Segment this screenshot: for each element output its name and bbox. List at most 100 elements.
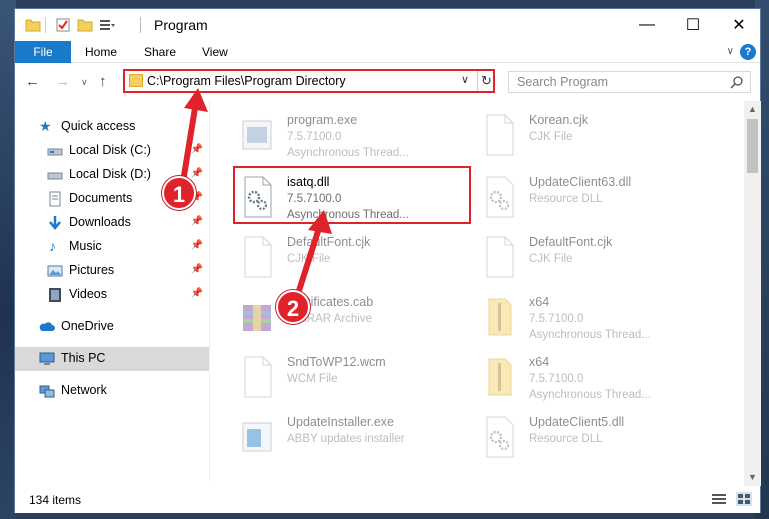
scroll-down-icon[interactable]: ▼ (744, 469, 761, 486)
ribbon-tabs: File Home Share View ∨ ? (15, 41, 760, 63)
folder-zip-icon (488, 298, 512, 336)
pin-icon[interactable]: 📌 (191, 144, 203, 155)
sidebar-item-label: OneDrive (61, 319, 114, 333)
list-item[interactable]: UpdateClient63.dll Resource DLL (477, 169, 717, 229)
sidebar-item-videos[interactable]: Videos 📌 (15, 283, 209, 307)
file-version: 7.5.7100.0 (287, 131, 342, 143)
sidebar-item-pictures[interactable]: Pictures 📌 (15, 259, 209, 283)
tab-home[interactable]: Home (85, 41, 117, 63)
file-type: Resource DLL (529, 433, 603, 445)
file-description: Asynchronous Thread... (529, 329, 651, 341)
installer-icon (242, 422, 272, 452)
help-icon[interactable]: ? (740, 44, 756, 60)
list-item[interactable]: SndToWP12.wcm WCM File (235, 349, 475, 409)
chevron-down-icon[interactable]: ∨ (461, 73, 469, 86)
status-bar: 134 items (15, 486, 760, 513)
properties-icon[interactable] (55, 17, 71, 33)
refresh-icon[interactable]: ↻ (481, 73, 492, 89)
file-type: CJK File (529, 131, 573, 143)
list-item[interactable]: DefaultFont.cjk CJK File (235, 229, 475, 289)
address-path[interactable]: C:\Program Files\Program Directory (147, 74, 346, 88)
recent-locations-button[interactable]: ∨ (81, 77, 88, 88)
list-item[interactable]: UpdateInstaller.exe ABBY updates install… (235, 409, 475, 469)
search-input[interactable]: Search Program (517, 75, 608, 89)
scrollbar-thumb[interactable] (747, 119, 758, 173)
address-divider (477, 71, 478, 91)
file-name: SndToWP12.wcm (287, 355, 386, 369)
tiles-view-icon[interactable] (736, 492, 752, 506)
maximize-button[interactable]: ☐ (670, 9, 716, 41)
sidebar-item-this-pc[interactable]: This PC (15, 347, 209, 371)
navigation-bar: ← → ∨ ↑ C:\Program Files\Program Directo… (15, 65, 760, 99)
pane-divider (209, 101, 210, 481)
dll-gear-icon (486, 176, 514, 218)
search-box[interactable]: Search Program (508, 71, 751, 93)
list-item[interactable]: Certificates.cab WinRAR Archive (235, 289, 475, 349)
sidebar-item-onedrive[interactable]: OneDrive (15, 315, 209, 339)
file-name: UpdateInstaller.exe (287, 415, 395, 429)
file-type: ABBY updates installer (287, 433, 405, 445)
new-folder-icon[interactable] (77, 17, 93, 33)
cloud-icon (39, 322, 55, 331)
close-button[interactable]: ✕ (716, 9, 762, 41)
item-count: 134 items (29, 493, 82, 507)
minimize-button[interactable]: — (624, 9, 670, 41)
pin-icon[interactable]: 📌 (191, 264, 203, 275)
vertical-scrollbar[interactable]: ▲ ▼ (744, 101, 761, 486)
list-item[interactable]: UpdateClient5.dll Resource DLL (477, 409, 717, 469)
file-name: program.exe (287, 113, 358, 127)
step-1-badge: 1 (162, 176, 196, 210)
list-item-selected[interactable]: isatq.dll 7.5.7100.0 Asynchronous Thread… (235, 169, 475, 229)
tab-file[interactable]: File (15, 41, 71, 63)
file-icon (244, 236, 272, 278)
sidebar-item-local-disk-c[interactable]: Local Disk (C:) 📌 (15, 139, 209, 163)
forward-button[interactable]: → (55, 73, 70, 90)
file-description: Asynchronous Thread... (529, 389, 651, 401)
back-button[interactable]: ← (25, 73, 40, 90)
scroll-up-icon[interactable]: ▲ (744, 101, 761, 118)
tab-view[interactable]: View (202, 41, 228, 63)
pictures-icon (47, 265, 63, 277)
file-name: x64 (529, 355, 550, 369)
pin-icon[interactable]: 📌 (191, 216, 203, 227)
sidebar-item-network[interactable]: Network (15, 379, 209, 403)
expand-ribbon-icon[interactable]: ∨ (727, 46, 734, 57)
pin-icon[interactable]: 📌 (191, 168, 203, 179)
list-item[interactable]: Korean.cjk CJK File (477, 107, 717, 167)
sidebar-item-label: This PC (61, 351, 106, 365)
sidebar-item-label: Music (69, 239, 102, 253)
sidebar-item-downloads[interactable]: Downloads 📌 (15, 211, 209, 235)
star-icon: ★ (39, 118, 52, 134)
sidebar-item-label: Downloads (69, 215, 131, 229)
sidebar-item-label: Videos (69, 287, 107, 301)
list-item[interactable]: DefaultFont.cjk CJK File (477, 229, 717, 289)
address-bar[interactable]: C:\Program Files\Program Directory ∨ ↻ (123, 69, 495, 93)
list-item[interactable]: x64 7.5.7100.0 Asynchronous Thread... (477, 349, 717, 409)
sidebar-item-quick-access[interactable]: ★ Quick access (15, 115, 209, 139)
file-description: Asynchronous Thread... (287, 147, 409, 159)
file-name: DefaultFont.cjk (529, 235, 613, 249)
details-view-icon[interactable] (711, 492, 727, 506)
sidebar-item-music[interactable]: ♪ Music 📌 (15, 235, 209, 259)
title-divider (140, 17, 141, 33)
up-button[interactable]: ↑ (99, 73, 107, 90)
file-name: DefaultFont.cjk (287, 235, 371, 249)
search-icon[interactable] (730, 75, 744, 89)
customize-icon[interactable] (99, 17, 115, 33)
list-item[interactable]: x64 7.5.7100.0 Asynchronous Thread... (477, 289, 717, 349)
list-item[interactable]: program.exe 7.5.7100.0 Asynchronous Thre… (235, 107, 475, 167)
file-type: Resource DLL (529, 193, 603, 205)
tab-share[interactable]: Share (144, 41, 176, 63)
pin-icon[interactable]: 📌 (191, 240, 203, 251)
dll-gear-icon (244, 176, 272, 218)
title-bar: Program — ☐ ✕ (15, 9, 760, 41)
sidebar-item-label: Local Disk (C:) (69, 143, 151, 157)
file-explorer-window: Program — ☐ ✕ File Home Share View ∨ ? ←… (14, 8, 761, 513)
toolbar-divider (45, 17, 46, 33)
pin-icon[interactable]: 📌 (191, 288, 203, 299)
file-version: 7.5.7100.0 (529, 373, 584, 385)
sidebar-item-label: Local Disk (D:) (69, 167, 151, 181)
dll-gear-icon (486, 416, 514, 458)
file-description: Asynchronous Thread... (287, 209, 409, 221)
pc-icon (39, 352, 55, 365)
